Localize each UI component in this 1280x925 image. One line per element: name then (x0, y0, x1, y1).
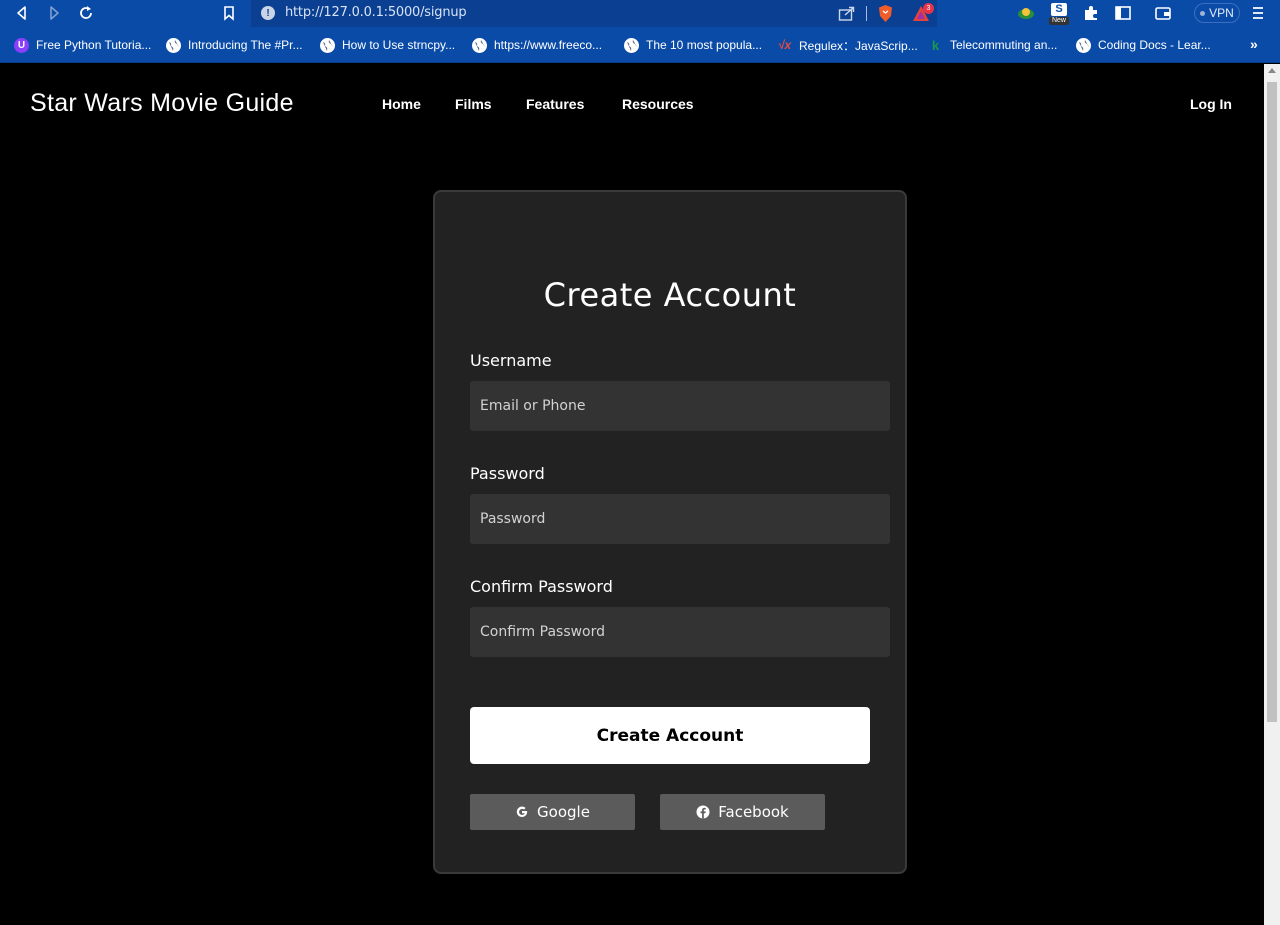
bookmarks-bar: U Free Python Tutoria... Introducing The… (0, 27, 1280, 63)
bookmark-label: The 10 most popula... (646, 38, 763, 52)
google-label: Google (537, 803, 590, 821)
bookmark-item[interactable]: k Telecommuting an... (928, 36, 1058, 54)
form-title: Create Account (543, 276, 797, 314)
bookmark-item[interactable]: How to Use strncpy... (320, 36, 455, 54)
bookmark-item[interactable]: U Free Python Tutoria... (14, 36, 151, 54)
back-icon[interactable] (13, 4, 31, 22)
google-button[interactable]: Google (470, 794, 635, 830)
nav-features[interactable]: Features (526, 96, 584, 112)
nav-resources[interactable]: Resources (622, 96, 694, 112)
more-bookmarks-icon[interactable]: » (1250, 36, 1258, 52)
bookmark-item[interactable]: Introducing The #Pr... (166, 36, 303, 54)
bookmark-label: Coding Docs - Lear... (1098, 38, 1211, 52)
bookmark-label: Introducing The #Pr... (188, 38, 303, 52)
password-input[interactable] (470, 494, 890, 544)
u-icon: U (14, 37, 29, 53)
menu-icon[interactable] (1250, 5, 1266, 21)
vpn-label: VPN (1209, 6, 1234, 20)
extension-globe-icon[interactable] (1017, 4, 1035, 22)
globe-icon (320, 37, 335, 53)
page-scrollbar[interactable] (1264, 64, 1280, 925)
site-title[interactable]: Star Wars Movie Guide (30, 89, 294, 118)
facebook-icon (696, 805, 710, 819)
nav-home[interactable]: Home (382, 96, 421, 112)
globe-icon (624, 37, 639, 53)
facebook-button[interactable]: Facebook (660, 794, 825, 830)
bookmark-label: Free Python Tutoria... (36, 38, 152, 52)
page: Star Wars Movie Guide Home Films Feature… (0, 64, 1264, 925)
bookmark-item[interactable]: √x Regulex：JavaScrip... (777, 36, 918, 54)
confirm-password-input[interactable] (470, 607, 890, 657)
forward-icon[interactable] (45, 4, 63, 22)
new-badge: New (1049, 17, 1069, 25)
sidebar-icon[interactable] (1114, 4, 1132, 22)
scroll-thumb[interactable] (1267, 82, 1277, 722)
create-account-button[interactable]: Create Account (470, 707, 870, 764)
confirm-password-label: Confirm Password (470, 577, 613, 596)
bookmark-label: Telecommuting an... (950, 38, 1058, 52)
scroll-up-icon[interactable] (1268, 68, 1276, 73)
telecommuting-icon: k (931, 37, 940, 53)
url-text[interactable]: http://127.0.0.1:5000/signup (285, 5, 467, 20)
username-input[interactable] (470, 381, 890, 431)
rewards-badge: 3 (923, 3, 934, 14)
bookmark-item[interactable]: The 10 most popula... (624, 36, 762, 54)
regex-icon: √x (777, 38, 792, 52)
reload-icon[interactable] (77, 4, 95, 22)
vpn-status-dot (1200, 10, 1206, 16)
google-icon (515, 805, 529, 819)
vpn-button[interactable]: VPN (1194, 3, 1240, 23)
bookmark-item[interactable]: https://www.freeco... (472, 36, 602, 54)
extension-new-icon[interactable]: S New (1049, 3, 1069, 25)
bookmark-label: Regulex：JavaScrip... (799, 38, 918, 53)
nav-films[interactable]: Films (455, 96, 492, 112)
toolbar-separator (866, 6, 867, 21)
wallet-icon[interactable] (1154, 4, 1172, 22)
share-icon[interactable] (838, 5, 856, 22)
password-label: Password (470, 464, 545, 483)
site-info-icon[interactable]: ! (261, 6, 275, 20)
globe-icon (472, 37, 487, 53)
brave-shield-icon[interactable] (877, 4, 894, 23)
username-label: Username (470, 351, 552, 370)
globe-icon (166, 37, 181, 53)
browser-toolbar: ! http://127.0.0.1:5000/signup 3 S New V… (0, 0, 1280, 27)
bookmark-item[interactable]: Coding Docs - Lear... (1076, 36, 1211, 54)
signup-card: Create Account Username Password Confirm… (433, 190, 907, 874)
globe-icon (1076, 37, 1091, 53)
login-link[interactable]: Log In (1190, 96, 1232, 112)
bookmark-label: https://www.freeco... (494, 38, 603, 52)
bookmark-icon[interactable] (220, 4, 238, 22)
extensions-puzzle-icon[interactable] (1082, 4, 1100, 22)
facebook-label: Facebook (718, 803, 789, 821)
bookmark-label: How to Use strncpy... (342, 38, 456, 52)
